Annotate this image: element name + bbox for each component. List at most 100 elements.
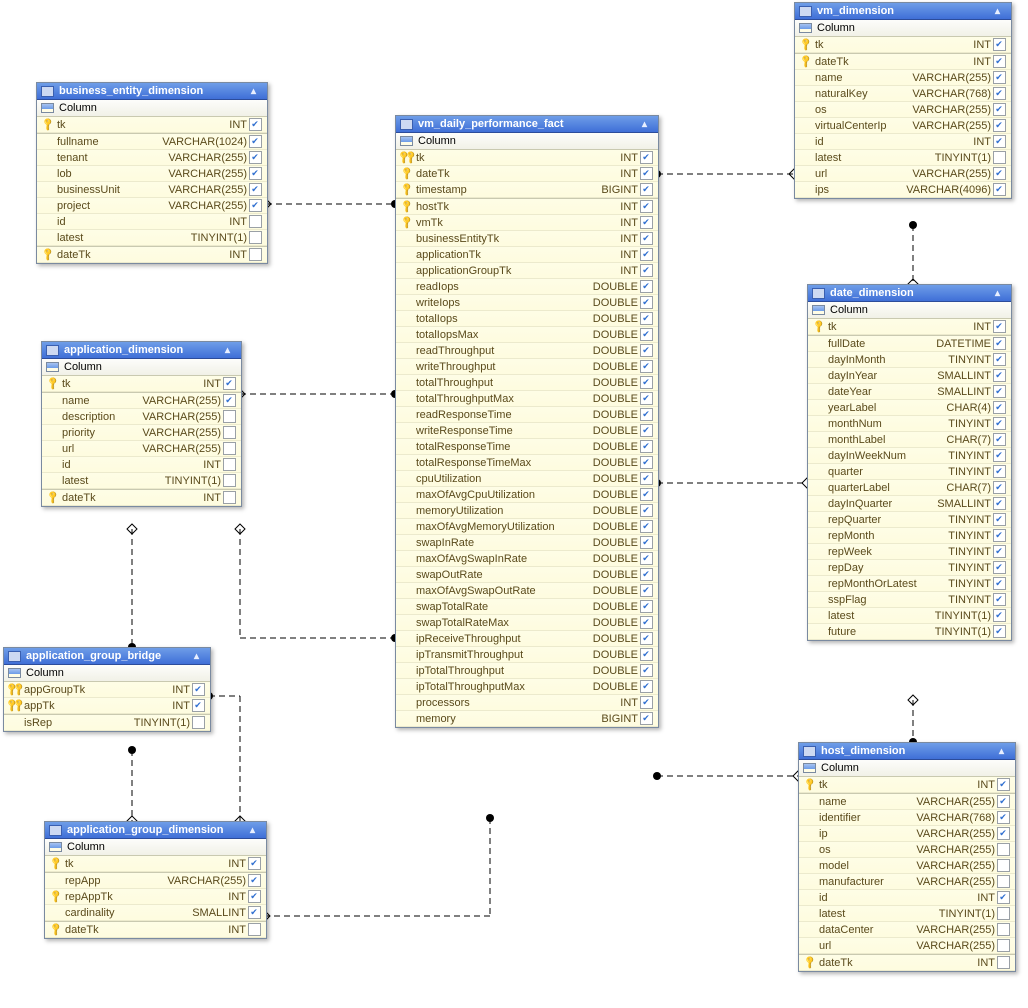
column-checkbox[interactable] [638, 488, 654, 501]
column-checkbox[interactable] [991, 609, 1007, 622]
column-row[interactable]: repDayTINYINT [808, 560, 1011, 576]
column-row[interactable]: applicationTkINT [396, 247, 658, 263]
column-row[interactable]: naturalKeyVARCHAR(768) [795, 86, 1011, 102]
column-checkbox[interactable] [638, 456, 654, 469]
column-checkbox[interactable] [247, 248, 263, 261]
column-checkbox[interactable] [991, 103, 1007, 116]
column-row[interactable]: hostTkINT [396, 198, 658, 215]
column-row[interactable]: latestTINYINT(1) [799, 906, 1015, 922]
column-row[interactable]: swapTotalRateMaxDOUBLE [396, 615, 658, 631]
entity-application_group_bridge[interactable]: application_group_bridgeColumnappGroupTk… [3, 647, 211, 732]
column-checkbox[interactable] [638, 167, 654, 180]
column-row[interactable]: fullDateDATETIME [808, 335, 1011, 352]
column-row[interactable]: dateTkINT [396, 166, 658, 182]
column-row[interactable]: dayInMonthTINYINT [808, 352, 1011, 368]
column-checkbox[interactable] [638, 200, 654, 213]
column-checkbox[interactable] [247, 231, 263, 244]
column-row[interactable]: totalIopsDOUBLE [396, 311, 658, 327]
entity-header[interactable]: application_group_bridge [4, 648, 210, 665]
column-row[interactable]: memoryBIGINT [396, 711, 658, 727]
column-checkbox[interactable] [995, 859, 1011, 872]
collapse-icon[interactable] [995, 287, 1007, 299]
column-row[interactable]: repAppTkINT [45, 889, 266, 905]
column-row[interactable]: urlVARCHAR(255) [42, 441, 241, 457]
column-row[interactable]: readThroughputDOUBLE [396, 343, 658, 359]
column-checkbox[interactable] [247, 135, 263, 148]
entity-header[interactable]: application_dimension [42, 342, 241, 359]
column-checkbox[interactable] [991, 513, 1007, 526]
column-row[interactable]: appGroupTkINT [4, 682, 210, 698]
column-row[interactable]: nameVARCHAR(255) [799, 793, 1015, 810]
column-row[interactable]: idINT [42, 457, 241, 473]
column-checkbox[interactable] [991, 401, 1007, 414]
column-row[interactable]: swapInRateDOUBLE [396, 535, 658, 551]
column-checkbox[interactable] [991, 87, 1007, 100]
column-row[interactable]: dateTkINT [42, 489, 241, 506]
column-row[interactable]: ipsVARCHAR(4096) [795, 182, 1011, 198]
entity-header[interactable]: host_dimension [799, 743, 1015, 760]
column-checkbox[interactable] [991, 625, 1007, 638]
column-row[interactable]: latestTINYINT(1) [42, 473, 241, 489]
column-row[interactable]: dateTkINT [45, 921, 266, 938]
column-checkbox[interactable] [638, 536, 654, 549]
column-checkbox[interactable] [246, 923, 262, 936]
column-checkbox[interactable] [638, 151, 654, 164]
column-row[interactable]: modelVARCHAR(255) [799, 858, 1015, 874]
column-row[interactable]: ipVARCHAR(255) [799, 826, 1015, 842]
entity-header[interactable]: business_entity_dimension [37, 83, 267, 100]
collapse-icon[interactable] [250, 824, 262, 836]
column-row[interactable]: totalResponseTimeMaxDOUBLE [396, 455, 658, 471]
column-row[interactable]: memoryUtilizationDOUBLE [396, 503, 658, 519]
column-checkbox[interactable] [247, 215, 263, 228]
column-row[interactable]: maxOfAvgMemoryUtilizationDOUBLE [396, 519, 658, 535]
column-checkbox[interactable] [995, 939, 1011, 952]
entity-application_dimension[interactable]: application_dimensionColumntkINTnameVARC… [41, 341, 242, 507]
column-checkbox[interactable] [991, 320, 1007, 333]
column-checkbox[interactable] [991, 561, 1007, 574]
column-checkbox[interactable] [638, 680, 654, 693]
column-checkbox[interactable] [991, 545, 1007, 558]
column-checkbox[interactable] [221, 394, 237, 407]
collapse-icon[interactable] [995, 5, 1007, 17]
column-checkbox[interactable] [991, 481, 1007, 494]
column-checkbox[interactable] [638, 552, 654, 565]
column-checkbox[interactable] [995, 875, 1011, 888]
column-row[interactable]: repMonthTINYINT [808, 528, 1011, 544]
column-checkbox[interactable] [247, 167, 263, 180]
column-row[interactable]: writeThroughputDOUBLE [396, 359, 658, 375]
column-checkbox[interactable] [638, 648, 654, 661]
column-checkbox[interactable] [991, 529, 1007, 542]
entity-header[interactable]: date_dimension [808, 285, 1011, 302]
column-checkbox[interactable] [991, 417, 1007, 430]
column-row[interactable]: idINT [37, 214, 267, 230]
column-checkbox[interactable] [995, 827, 1011, 840]
column-checkbox[interactable] [995, 843, 1011, 856]
column-row[interactable]: maxOfAvgSwapOutRateDOUBLE [396, 583, 658, 599]
collapse-icon[interactable] [225, 344, 237, 356]
column-row[interactable]: manufacturerVARCHAR(255) [799, 874, 1015, 890]
column-checkbox[interactable] [638, 440, 654, 453]
column-row[interactable]: fullnameVARCHAR(1024) [37, 133, 267, 150]
column-row[interactable]: ipTotalThroughputMaxDOUBLE [396, 679, 658, 695]
column-checkbox[interactable] [638, 584, 654, 597]
column-row[interactable]: businessUnitVARCHAR(255) [37, 182, 267, 198]
column-checkbox[interactable] [221, 442, 237, 455]
column-row[interactable]: idINT [795, 134, 1011, 150]
column-checkbox[interactable] [638, 472, 654, 485]
column-checkbox[interactable] [638, 408, 654, 421]
column-checkbox[interactable] [991, 71, 1007, 84]
column-checkbox[interactable] [638, 504, 654, 517]
column-checkbox[interactable] [991, 593, 1007, 606]
column-checkbox[interactable] [991, 497, 1007, 510]
column-row[interactable]: priorityVARCHAR(255) [42, 425, 241, 441]
column-checkbox[interactable] [638, 232, 654, 245]
column-row[interactable]: identifierVARCHAR(768) [799, 810, 1015, 826]
column-row[interactable]: cpuUtilizationDOUBLE [396, 471, 658, 487]
column-checkbox[interactable] [638, 696, 654, 709]
column-checkbox[interactable] [995, 956, 1011, 969]
column-row[interactable]: tkINT [37, 117, 267, 133]
column-row[interactable]: yearLabelCHAR(4) [808, 400, 1011, 416]
column-checkbox[interactable] [995, 795, 1011, 808]
column-checkbox[interactable] [638, 632, 654, 645]
column-checkbox[interactable] [991, 167, 1007, 180]
